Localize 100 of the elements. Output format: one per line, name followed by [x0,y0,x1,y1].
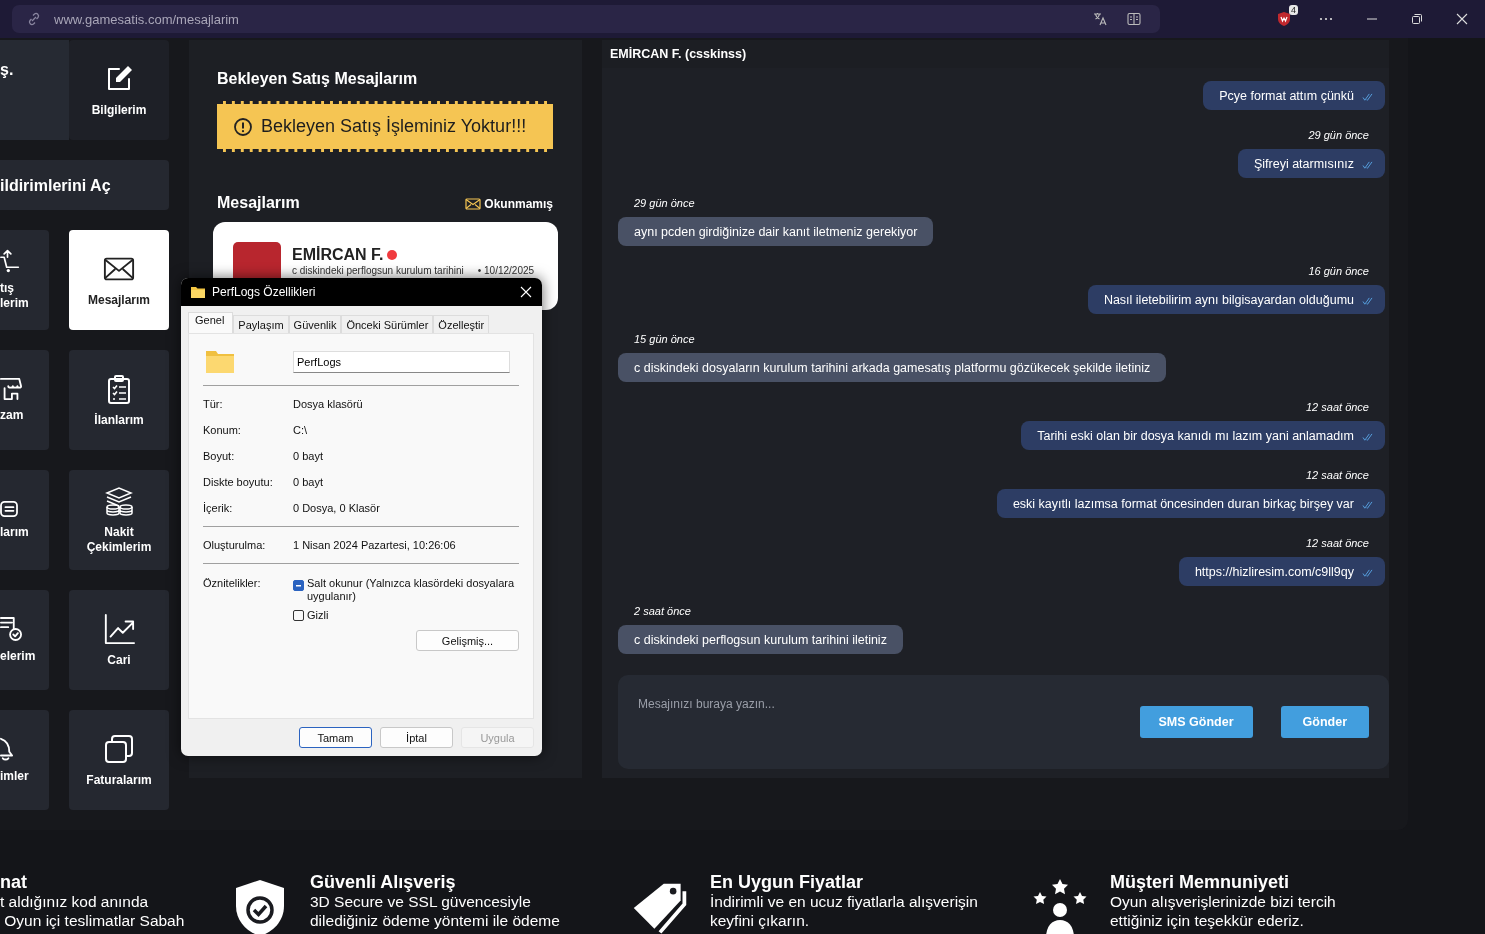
feature-title: En Uygun Fiyatlar [710,872,865,892]
close-icon[interactable] [519,285,533,299]
menu-tile[interactable]: Mesajlarım [69,230,169,330]
tab[interactable]: Güvenlik [288,315,342,333]
store-icon [0,377,22,400]
field-value: 1 Nisan 2024 Pazartesi, 10:26:06 [293,538,456,552]
field-value: 0 bayt [293,475,323,489]
name-field[interactable]: PerfLogs [293,351,510,373]
field-label: Oluşturulma: [203,538,267,552]
dialog-title: PerfLogs Özellikleri [212,285,316,299]
section-title: Mesajlarım [217,194,300,212]
field-label: Diskte boyutu: [203,475,274,489]
field-value: 0 Dosya, 0 Klasör [293,501,380,515]
field-label: Konum: [203,423,242,437]
section-title: Bekleyen Satış Mesajlarım [217,70,419,88]
message-bubble: c diskindeki perflogsun kurulum tarihini iletiniz [618,625,903,654]
menu-tile[interactable]: Faturalarım [69,710,169,810]
menu-tile[interactable]: ş. [0,40,69,140]
message-time: 16 gün önce [1308,264,1369,278]
bell-icon [0,736,13,761]
feature-text: Oyun alışverişlerinizde bizi tercih ettiğiniz için teşekkür ederiz. [1110,892,1336,930]
message-time: 29 gün önce [634,196,695,210]
menu-tile[interactable]: İlanlarım [69,350,169,450]
warning-icon [233,116,253,137]
message-bubble: Nasıl iletebilirim aynı bilgisayardan olduğumu [1087,285,1385,314]
ok-button[interactable]: Tamam [299,727,372,748]
tab[interactable]: Özelleştir [433,315,490,333]
menu-tile[interactable]: ildirimlerini Aç [0,160,169,210]
field-label: Öznitelikler: [203,577,262,591]
message-bubble: aynı pcden girdiğinize dair kanıt iletmeniz gerekiyor [618,217,934,246]
url-text: www.gamesatis.com/mesajlarim [54,11,239,27]
menu-tile[interactable]: tış lerim [0,230,49,330]
notification-badge: 4 [1289,5,1298,15]
message-date: • 10/12/2025 [477,265,535,277]
tab[interactable]: Paylaşım [233,315,289,333]
address-bar[interactable]: www.gamesatis.com/mesajlarim [12,5,1160,33]
checkbox[interactable] [293,580,304,591]
close-icon[interactable] [1454,11,1470,27]
field-value: Dosya klasörü [293,397,363,411]
field-value: 0 bayt [293,449,323,463]
cancel-button[interactable]: İptal [380,727,453,748]
message-time: 12 saat önce [1306,468,1369,482]
link-icon [26,11,42,27]
menu-tile[interactable]: elerim [0,590,49,690]
reader-icon[interactable] [1126,11,1142,27]
menu-tile[interactable]: imler [0,710,49,810]
menu-tile[interactable]: Nakit Çekimlerim [69,470,169,570]
feature-text: t aldığınız kod anında Oyun içi teslimatlar Sabah [0,892,185,930]
chart-icon [103,612,135,645]
folder-icon [205,350,235,374]
message-time: 15 gün önce [634,332,695,346]
feature-title: nat [0,872,28,892]
menu-tile[interactable]: zam [0,350,49,450]
tab[interactable]: Genel [188,312,234,333]
field-label: İçerik: [203,501,234,515]
menu-tile[interactable]: Bilgilerim [69,40,169,140]
advanced-button[interactable]: Gelişmiş... [416,630,519,651]
double-check-icon [1362,501,1373,510]
double-check-icon [1362,433,1373,442]
message-bubble: c diskindeki dosyaların kurulum tarihini arkada gamesatış platformu gözükecek şekilde iletiniz [618,353,1167,382]
tab[interactable]: Önceki Sürümler [341,315,434,333]
field-label: Tür: [203,397,224,411]
money-stack-icon [103,485,135,517]
feature-title: Güvenli Alışveriş [310,872,457,892]
field-label: Boyut: [203,449,236,463]
double-check-icon [1362,297,1373,306]
double-check-icon [1362,569,1373,578]
message-time: 12 saat önce [1306,400,1369,414]
checkbox-label: Gizli [307,609,330,622]
copy-icon [103,732,135,765]
feature-text: İndirimli ve en ucuz fiyatlarla alışverişin keyfini çıkarın. [710,892,978,930]
message-bubble: Tarihi eski olan bir dosya kanıdı mı lazım yani anlamadım [1021,421,1385,450]
checkbox[interactable] [293,610,304,621]
message-time: 29 gün önce [1308,128,1369,142]
envelope-icon [465,196,482,212]
double-check-icon [1362,93,1373,102]
field-value: C:\ [293,423,308,437]
shield-extension-icon[interactable] [1276,11,1292,27]
warning-text: Bekleyen Satış İşleminiz Yoktur!!! [261,116,527,137]
folder-icon [190,284,206,300]
receipt-icon [0,500,18,517]
menu-tile[interactable]: Cari [69,590,169,690]
cart-icon [0,249,20,273]
message-bubble: https://hizliresim.com/c9ll9qy [1178,557,1385,586]
menu-tile[interactable]: larım [0,470,49,570]
document-check-icon [0,616,22,641]
restore-icon[interactable] [1409,11,1425,27]
message-bubble: Pcye format attım çünkü [1203,81,1385,110]
unread-filter[interactable]: Okunmamış [465,196,553,212]
message-bubble: eski kayıtlı lazımsa format öncesinden duran birkaç birşey var [996,489,1385,518]
chat-header: EMİRCAN F. (csskinss) [602,40,1389,68]
translate-icon[interactable] [1092,11,1108,27]
feature-title: Müşteri Memnuniyeti [1110,872,1291,892]
message-time: 2 saat önce [634,604,691,618]
double-check-icon [1362,161,1373,170]
sender-name: EMİRCAN F. [292,246,384,264]
message-bubble: Şifreyi atarmısınız [1237,149,1385,178]
checkbox-label: Salt okunur (Yalnızca klasördeki dosyalara uygulanır) [307,577,516,603]
feature-text: 3D Secure ve SSL güvencesiyle dilediğiniz ödeme yöntemi ile ödeme [310,892,560,930]
message-time: 12 saat önce [1306,536,1369,550]
